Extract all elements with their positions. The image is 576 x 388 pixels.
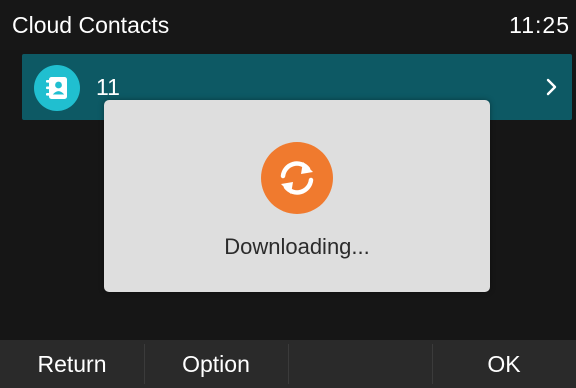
ok-softkey[interactable]: OK: [432, 340, 576, 388]
downloading-dialog: Downloading...: [104, 100, 490, 292]
sync-icon: [261, 142, 333, 214]
option-softkey[interactable]: Option: [144, 340, 288, 388]
return-softkey[interactable]: Return: [0, 340, 144, 388]
contact-name: 11: [96, 74, 120, 100]
chevron-right-icon: [544, 77, 560, 97]
page-title: Cloud Contacts: [12, 11, 170, 38]
softkey-bar: Return Option OK: [0, 340, 576, 388]
dialog-message: Downloading...: [224, 234, 370, 259]
empty-softkey[interactable]: [288, 340, 432, 388]
phone-screen: Cloud Contacts 11:25 11 Downloading... R…: [0, 0, 576, 388]
clock: 11:25: [509, 11, 570, 38]
contacts-book-icon: [34, 65, 80, 111]
title-bar: Cloud Contacts 11:25: [0, 0, 576, 50]
